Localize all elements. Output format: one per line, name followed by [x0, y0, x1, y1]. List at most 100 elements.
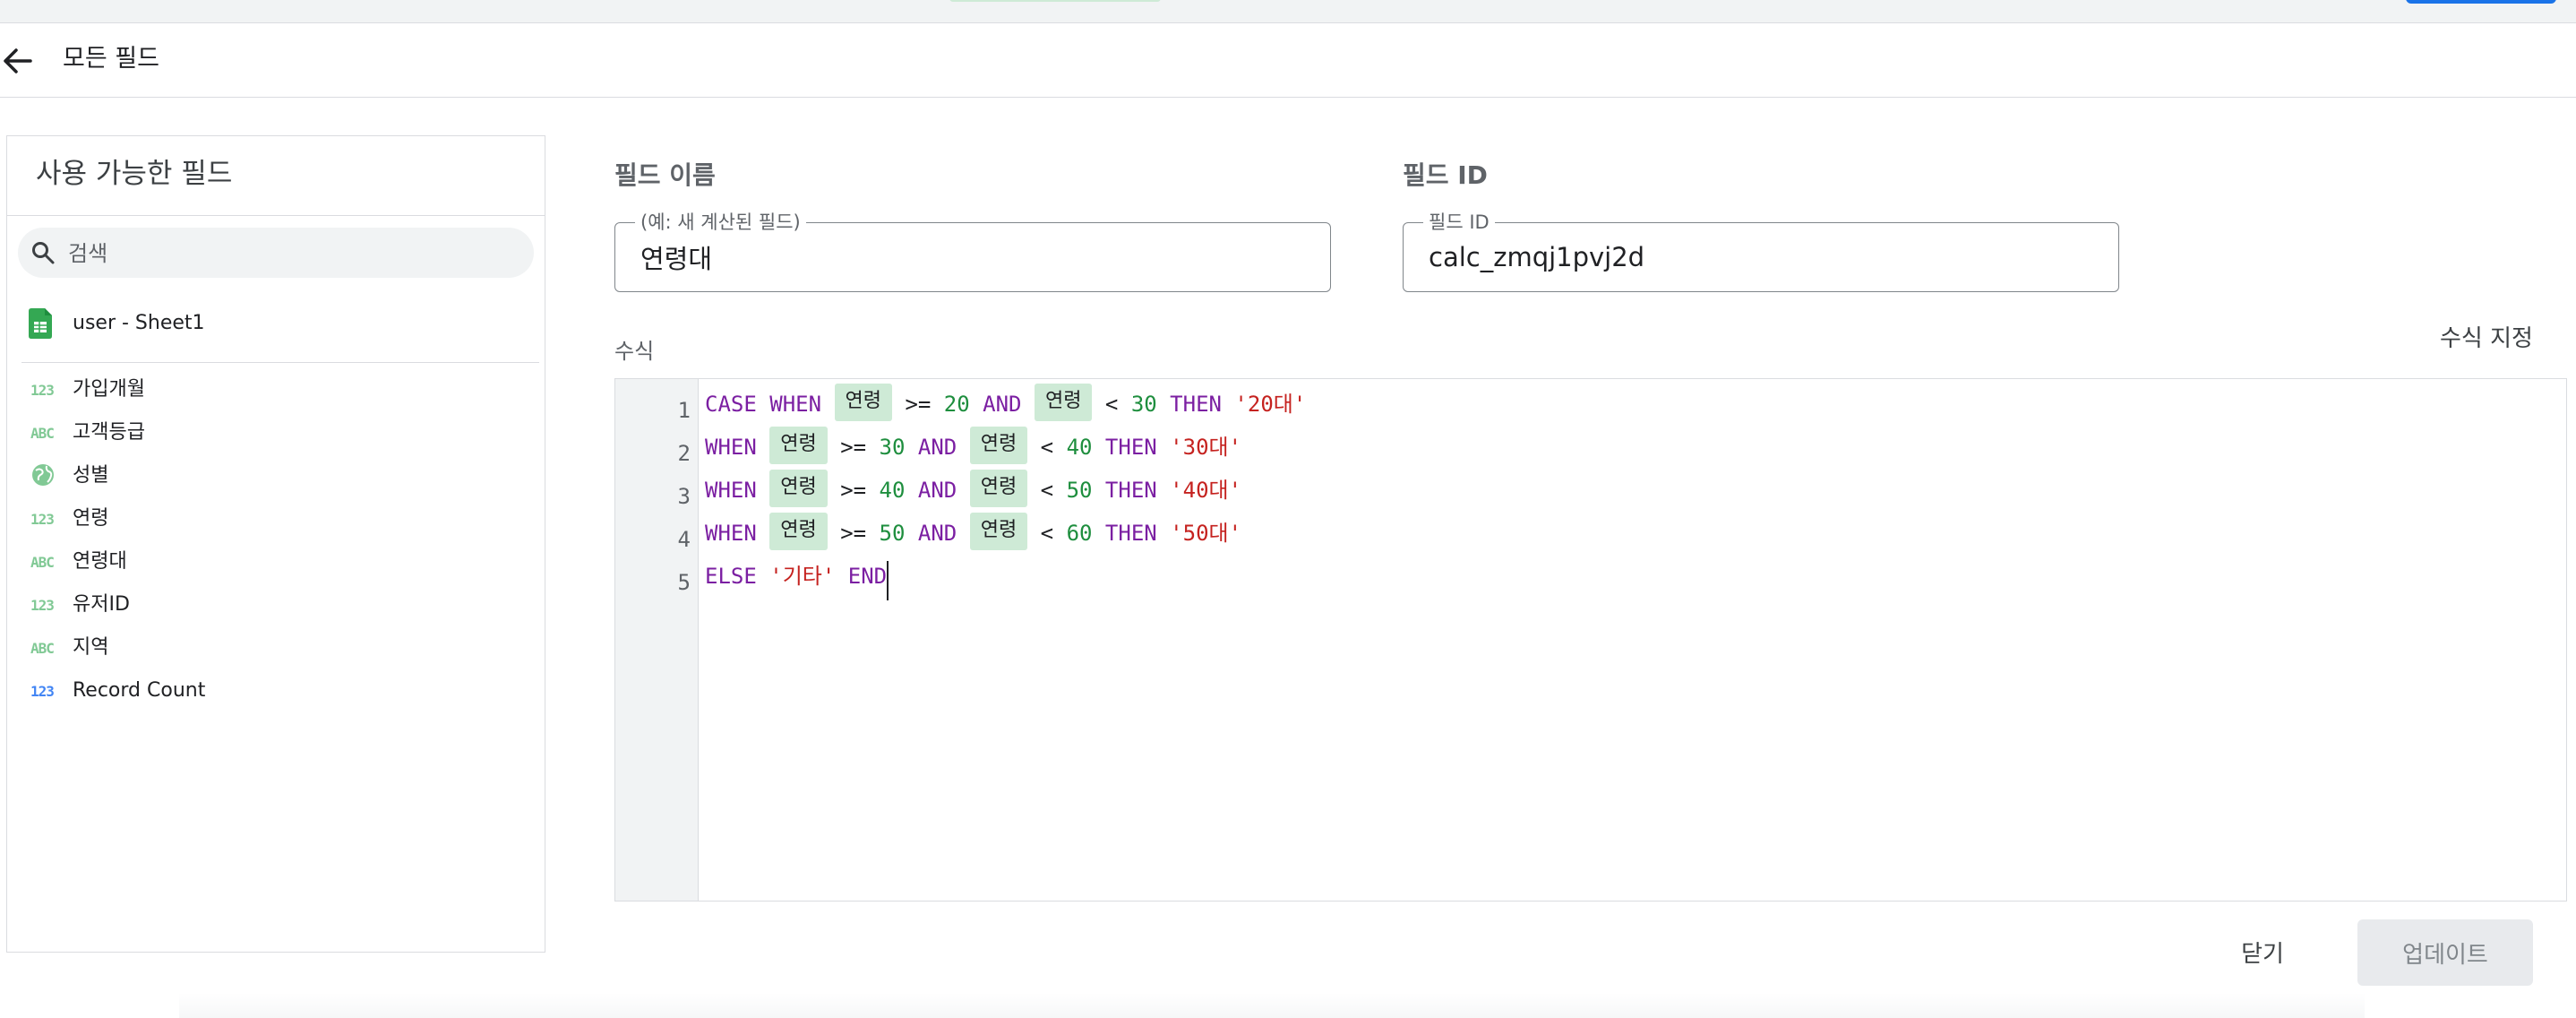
field-name-legend: (예: 새 계산된 필드)	[635, 211, 806, 234]
field-chip[interactable]: 연령	[969, 513, 1028, 550]
search-input[interactable]	[66, 235, 518, 272]
field-label: 유저ID	[73, 593, 130, 616]
keyword: AND	[917, 478, 957, 503]
close-button[interactable]: 닫기	[2216, 919, 2309, 984]
string-literal: '30대'	[1170, 435, 1242, 460]
line-number: 5	[677, 570, 691, 595]
number: 40	[1066, 435, 1093, 460]
field-name-field[interactable]: (예: 새 계산된 필드)	[614, 211, 1331, 292]
keyword: END	[847, 564, 888, 589]
operator: <	[1104, 392, 1119, 417]
data-source-label: user - Sheet1	[73, 312, 205, 334]
field-label: 연령대	[73, 550, 127, 573]
field-label: 고객등급	[73, 421, 145, 444]
keyword: CASE WHEN	[705, 392, 822, 417]
page-title: 모든 필드	[63, 45, 159, 73]
number-type-icon: 123	[30, 382, 55, 399]
field-id-field[interactable]: 필드 ID	[1403, 211, 2119, 292]
field-item-유저ID[interactable]: 123 유저ID	[7, 586, 545, 625]
string-literal: '40대'	[1170, 478, 1242, 503]
string-literal: '20대'	[1234, 392, 1307, 417]
line-number: 3	[677, 484, 691, 509]
field-chip[interactable]: 연령	[769, 513, 828, 550]
field-label: 성별	[73, 464, 109, 487]
available-fields-title: 사용 가능한 필드	[36, 158, 233, 190]
code-line-3: WHEN 연령 >= 40 AND 연령 < 50 THEN '40대'	[705, 469, 1241, 512]
back-arrow-icon[interactable]	[0, 43, 36, 79]
operator: >=	[840, 435, 867, 460]
bottom-shadow	[179, 993, 2365, 1018]
text-cursor	[887, 561, 889, 600]
number: 30	[1130, 392, 1157, 417]
field-item-연령[interactable]: 123 연령	[7, 500, 545, 539]
number: 30	[879, 435, 906, 460]
field-chip[interactable]: 연령	[969, 470, 1028, 507]
operator: >=	[840, 521, 867, 546]
number: 20	[943, 392, 970, 417]
field-chip[interactable]: 연령	[969, 427, 1028, 464]
text-type-icon: ABC	[30, 640, 55, 657]
keyword: THEN	[1104, 435, 1157, 460]
code-line-1: CASE WHEN 연령 >= 20 AND 연령 < 30 THEN '20대…	[705, 383, 1306, 426]
keyword: AND	[917, 521, 957, 546]
operator: >=	[840, 478, 867, 503]
field-item-고객등급[interactable]: ABC 고객등급	[7, 414, 545, 453]
field-id-legend: 필드 ID	[1423, 211, 1495, 234]
sheets-icon	[29, 308, 52, 339]
number-type-icon: 123	[30, 683, 55, 700]
field-item-가입개월[interactable]: 123 가입개월	[7, 371, 545, 410]
format-formula-button[interactable]: 수식 지정	[2440, 321, 2533, 357]
number: 40	[879, 478, 906, 503]
primary-action-button[interactable]	[2406, 0, 2556, 4]
divider	[21, 362, 539, 363]
field-item-성별[interactable]: 성별	[7, 457, 545, 496]
keyword: ELSE	[705, 564, 757, 589]
field-chip[interactable]: 연령	[769, 470, 828, 507]
code-line-5: ELSE '기타' END	[705, 555, 889, 600]
text-type-icon: ABC	[30, 425, 55, 442]
line-number: 1	[677, 398, 691, 423]
field-chip[interactable]: 연령	[834, 384, 892, 421]
keyword: AND	[983, 392, 1022, 417]
data-source-row[interactable]: user - Sheet1	[7, 299, 545, 349]
line-number: 4	[677, 527, 691, 552]
number-type-icon: 123	[30, 511, 55, 528]
formula-editor[interactable]: 1 2 3 4 5 CASE WHEN 연령 >= 20 AND 연령 < 30…	[614, 378, 2567, 902]
globe-icon	[32, 464, 54, 486]
field-item-연령대[interactable]: ABC 연령대	[7, 543, 545, 582]
top-toolbar-strip	[0, 0, 2576, 23]
text-type-icon: ABC	[30, 554, 55, 571]
field-search[interactable]	[18, 228, 534, 278]
field-label: 연령	[73, 507, 109, 530]
keyword: WHEN	[705, 521, 757, 546]
field-label: 지역	[73, 636, 109, 659]
available-fields-panel: 사용 가능한 필드 user - Sheet1 123 가입개월 ABC 고객등…	[6, 135, 545, 953]
keyword: AND	[917, 435, 957, 460]
code-line-2: WHEN 연령 >= 30 AND 연령 < 40 THEN '30대'	[705, 426, 1241, 469]
operator: >=	[905, 392, 932, 417]
field-item-record-count[interactable]: 123 Record Count	[7, 672, 545, 712]
field-label: 가입개월	[73, 378, 145, 401]
code-line-4: WHEN 연령 >= 50 AND 연령 < 60 THEN '50대'	[705, 512, 1241, 555]
field-item-지역[interactable]: ABC 지역	[7, 629, 545, 669]
string-literal: '기타'	[769, 564, 836, 589]
formula-label: 수식	[614, 339, 655, 364]
field-name-label: 필드 이름	[614, 160, 716, 190]
keyword: THEN	[1104, 521, 1157, 546]
field-id-input[interactable]	[1429, 236, 2074, 279]
keyword: WHEN	[705, 478, 757, 503]
number: 50	[1066, 478, 1093, 503]
operator: <	[1040, 521, 1054, 546]
number-type-icon: 123	[30, 597, 55, 614]
keyword: WHEN	[705, 435, 757, 460]
line-number-gutter: 1 2 3 4 5	[615, 379, 699, 901]
field-chip[interactable]: 연령	[1034, 384, 1093, 421]
line-number: 2	[677, 441, 691, 466]
field-chip[interactable]: 연령	[769, 427, 828, 464]
divider	[7, 215, 545, 216]
field-name-input[interactable]	[640, 236, 1285, 279]
number: 60	[1066, 521, 1093, 546]
update-button[interactable]: 업데이트	[2357, 919, 2533, 986]
status-pill	[949, 0, 1161, 2]
operator: <	[1040, 478, 1054, 503]
